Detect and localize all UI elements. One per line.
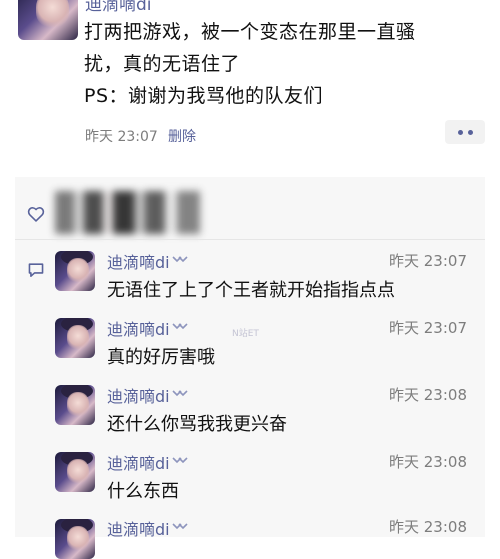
more-dot [467,129,473,135]
comment-time: 昨天 23:07 [389,319,467,337]
comment-avatar[interactable] [55,452,95,492]
avatar-face [67,392,89,417]
comment-bubble-icon [28,263,44,277]
comment-time: 昨天 23:08 [389,386,467,404]
comment-text: 还什么你骂我我更兴奋 [107,414,287,435]
comment-author-name[interactable]: 迪滴嘀di [107,516,170,540]
comment-time: 昨天 23:08 [389,518,467,536]
comment-time: 昨天 23:08 [389,453,467,471]
avatar-face [36,0,69,27]
comment-author-name[interactable]: 迪滴嘀di [107,383,170,407]
comment-time: 昨天 23:07 [389,252,467,270]
avatar-face [67,258,89,283]
more-dot [457,129,463,135]
liker-avatars-blurred[interactable] [55,191,200,234]
chevron-down-icon[interactable] [171,388,189,400]
post-time: 昨天 23:07 [85,129,158,145]
chevron-down-icon[interactable] [171,321,189,333]
comment-avatar[interactable] [55,519,95,559]
comment-author-name[interactable]: 迪滴嘀di [107,450,170,474]
comment-text: 真的好厉害哦 [107,347,215,368]
heart-outline-icon[interactable] [27,206,45,222]
comment-avatar[interactable] [55,318,95,358]
watermark: N站ET [232,329,259,339]
comment-avatar[interactable] [55,385,95,425]
comment-avatar[interactable] [55,251,95,291]
avatar-face [67,325,89,350]
post-avatar[interactable] [18,0,78,40]
post-text-line-2: 扰，真的无语住了 [84,53,241,75]
post-author-name[interactable]: 迪滴嘀di [85,0,152,15]
post-text-line-3: PS：谢谢为我骂他的队友们 [84,85,324,107]
avatar-face [67,526,89,551]
more-button[interactable] [445,120,485,144]
comment-author-name[interactable]: 迪滴嘀di [107,316,170,340]
delete-link[interactable]: 删除 [168,126,196,146]
post-text-line-1: 打两把游戏，被一个变态在那里一直骚 [84,21,416,43]
comment-author-name[interactable]: 迪滴嘀di [107,249,170,273]
comment-text: 无语住了上了个王者就开始指指点点 [107,280,395,301]
chevron-down-icon[interactable] [171,254,189,266]
comment-text: 什么东西 [107,481,179,502]
avatar-face [67,459,89,484]
chevron-down-icon[interactable] [171,455,189,467]
likes-divider [15,239,485,240]
chevron-down-icon[interactable] [171,521,189,533]
